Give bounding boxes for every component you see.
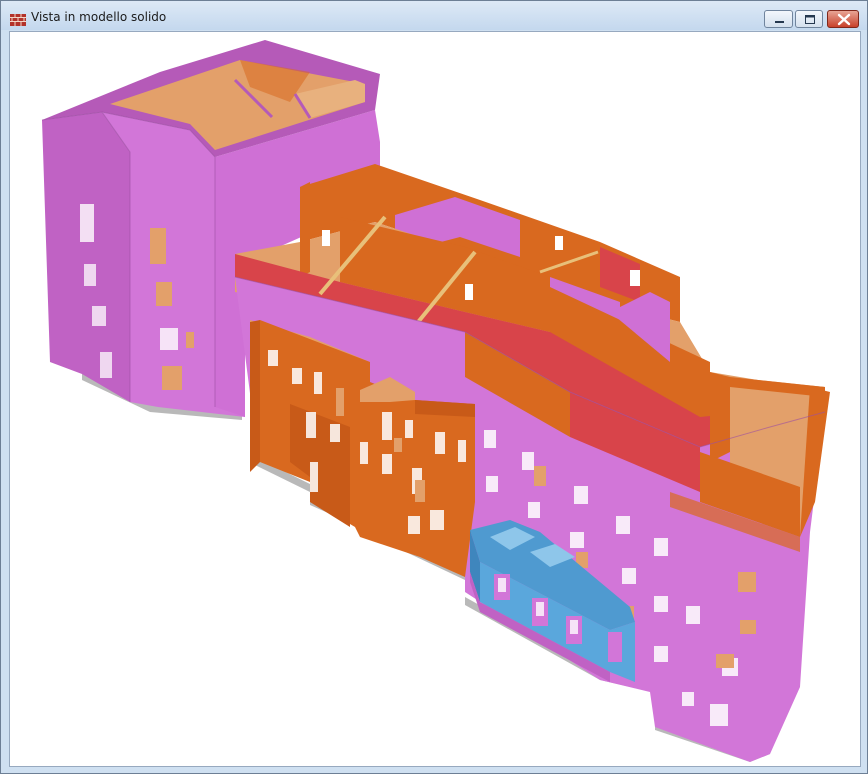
app-window: Vista in modello solido (0, 0, 868, 774)
brick-wall-icon (10, 11, 26, 26)
window-title: Vista in modello solido (31, 10, 167, 24)
minimize-button[interactable] (764, 10, 793, 28)
solid-model-viewport[interactable] (9, 31, 861, 767)
building-solid-model[interactable] (10, 32, 861, 767)
maximize-button[interactable] (795, 10, 823, 28)
title-bar[interactable]: Vista in modello solido (1, 1, 867, 30)
close-button[interactable] (827, 10, 859, 28)
maximize-icon (805, 15, 815, 24)
close-icon (837, 13, 851, 26)
minimize-icon (775, 21, 784, 23)
